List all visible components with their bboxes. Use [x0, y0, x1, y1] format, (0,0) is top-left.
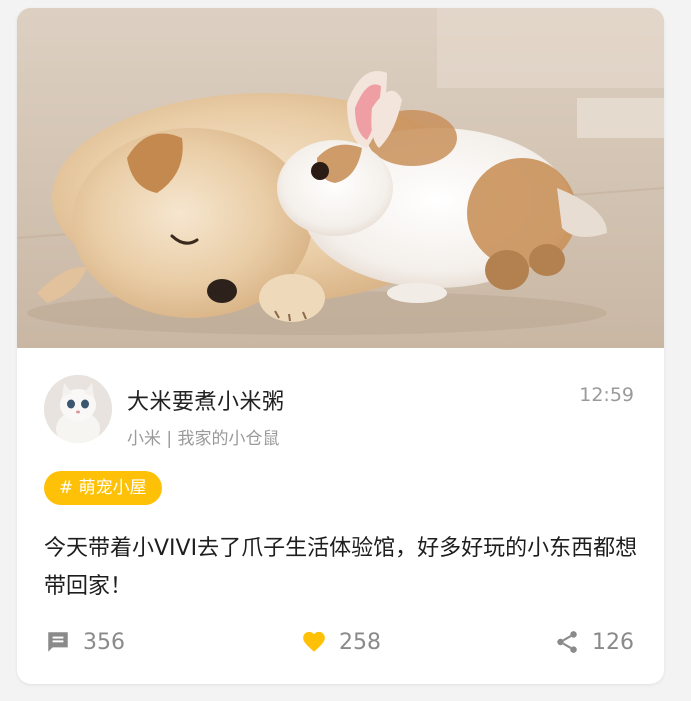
- post-actions: 356 258 126: [17, 620, 664, 664]
- cat-avatar-image: [44, 375, 112, 443]
- comment-button[interactable]: 356: [45, 620, 125, 664]
- comment-count: 356: [83, 629, 125, 655]
- post-time: 12:59: [579, 384, 634, 406]
- post-image[interactable]: [17, 8, 664, 348]
- topic-tag[interactable]: # 萌宠小屋: [44, 471, 162, 505]
- share-count: 126: [592, 629, 634, 655]
- author-subtitle: 小米 | 我家的小仓鼠: [127, 429, 280, 449]
- author-name[interactable]: 大米要煮小米粥: [127, 384, 285, 416]
- share-icon: [557, 631, 577, 653]
- comment-icon: [48, 632, 68, 652]
- avatar[interactable]: [44, 375, 112, 443]
- post-card[interactable]: 大米要煮小米粥 小米 | 我家的小仓鼠 12:59 # 萌宠小屋 今天带着小VI…: [17, 8, 664, 684]
- author-row: 大米要煮小米粥 小米 | 我家的小仓鼠 12:59: [17, 348, 664, 458]
- puppy-rabbit-photo: [17, 8, 664, 348]
- heart-icon: [303, 631, 325, 652]
- like-button[interactable]: 258: [301, 620, 381, 664]
- like-count: 258: [339, 629, 381, 655]
- share-button[interactable]: 126: [554, 620, 634, 664]
- post-content: 今天带着小VIVI去了爪子生活体验馆，好多好玩的小东西都想带回家！: [44, 536, 638, 599]
